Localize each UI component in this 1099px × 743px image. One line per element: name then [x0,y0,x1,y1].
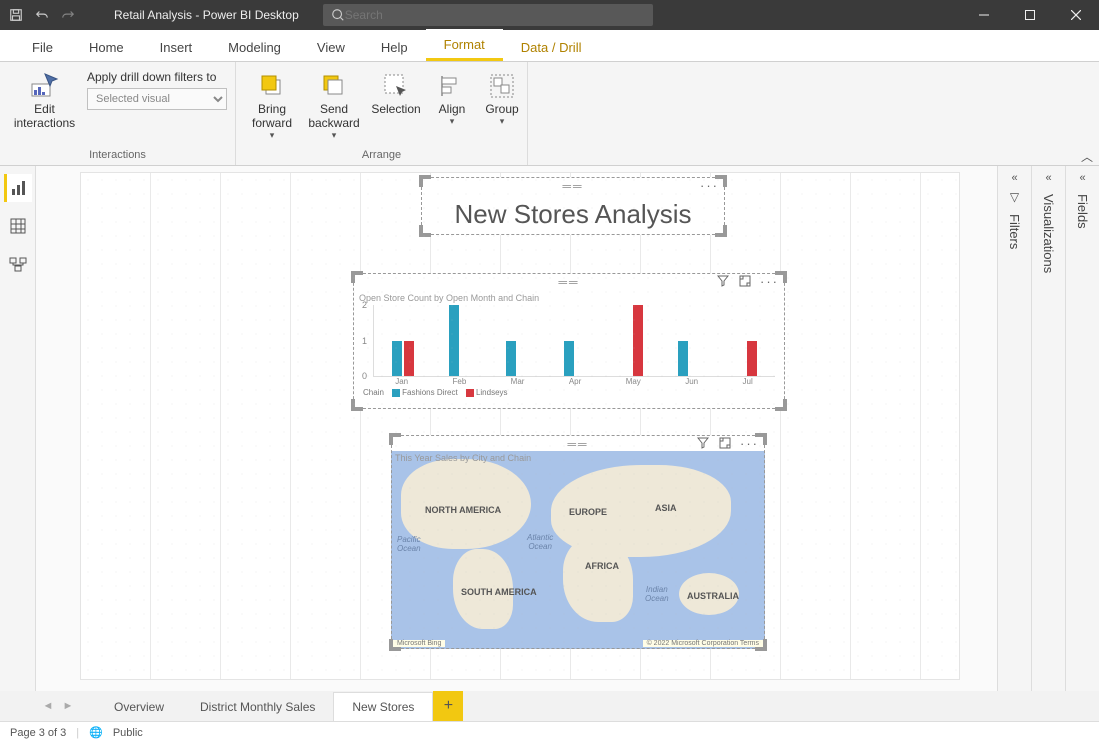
page-indicator: Page 3 of 3 [10,727,66,739]
edit-interactions-button[interactable]: Edit interactions [8,66,81,134]
maximize-button[interactable] [1007,0,1053,30]
redo-icon[interactable] [60,7,76,23]
tab-insert[interactable]: Insert [142,32,211,61]
status-public: Public [113,727,143,739]
tab-view[interactable]: View [299,32,363,61]
tab-file[interactable]: File [14,32,71,61]
group-button[interactable]: Group▾ [480,66,524,131]
page-tabs-bar: ◄ ► Overview District Monthly Sales New … [0,691,1099,721]
align-icon [436,70,468,102]
fields-pane-collapsed[interactable]: « Fields [1065,166,1099,691]
visualizations-pane-collapsed[interactable]: « Visualizations [1031,166,1065,691]
page-prev-button[interactable]: ◄ [40,698,56,714]
selection-button[interactable]: Selection [368,66,424,120]
chevron-left-icon[interactable]: « [1079,172,1085,184]
selection-icon [380,70,412,102]
map-title: This Year Sales by City and Chain [395,453,531,463]
apply-drill-select[interactable]: Selected visual [87,88,227,110]
search-box[interactable] [323,4,653,26]
tab-data-drill[interactable]: Data / Drill [503,32,600,61]
canvas-area[interactable]: ══ ··· New Stores Analysis ══ ··· Open S… [36,166,1099,691]
search-input[interactable] [345,8,645,22]
title-bar: Retail Analysis - Power BI Desktop [0,0,1099,30]
model-view-button[interactable] [4,250,32,278]
group-label-interactions: Interactions [8,149,227,163]
visual-title[interactable]: ══ ··· New Stores Analysis [421,177,725,235]
send-backward-button[interactable]: Send backward▾ [306,66,362,145]
data-view-button[interactable] [4,212,32,240]
bring-forward-icon [256,70,288,102]
bring-forward-button[interactable]: Bring forward▾ [244,66,300,145]
align-button[interactable]: Align▾ [430,66,474,131]
app-title: Retail Analysis - Power BI Desktop [114,8,299,22]
page-tab-overview[interactable]: Overview [96,692,182,721]
chevron-left-icon[interactable]: « [1011,172,1017,184]
page-next-button[interactable]: ► [60,698,76,714]
report-view-button[interactable] [4,174,32,202]
tab-help[interactable]: Help [363,32,426,61]
ribbon-tabs: File Home Insert Modeling View Help Form… [0,30,1099,62]
ribbon-collapse-icon[interactable]: ︿ [1081,148,1093,165]
chevron-left-icon[interactable]: « [1045,172,1051,184]
save-icon[interactable] [8,7,24,23]
filter-icon: ▽ [1010,190,1019,204]
group-icon [486,70,518,102]
add-page-button[interactable]: + [433,691,463,721]
tab-format[interactable]: Format [426,29,503,61]
group-label-arrange: Arrange [244,149,519,163]
status-bar: Page 3 of 3 | 🌐 Public [0,721,1099,743]
view-switcher [0,166,36,691]
undo-icon[interactable] [34,7,50,23]
send-backward-icon [318,70,350,102]
filters-pane-collapsed[interactable]: « ▽ Filters [997,166,1031,691]
edit-interactions-label: Edit interactions [14,102,75,130]
tab-modeling[interactable]: Modeling [210,32,299,61]
globe-icon: 🌐 [89,726,103,739]
visual-map[interactable]: ══ ··· This Year Sales by City and Chain… [391,435,765,649]
page-tab-district-monthly-sales[interactable]: District Monthly Sales [182,692,333,721]
apply-drill-label: Apply drill down filters to [87,70,227,84]
ribbon: Edit interactions Apply drill down filte… [0,62,1099,166]
tab-home[interactable]: Home [71,32,142,61]
search-icon [331,8,345,22]
minimize-button[interactable] [961,0,1007,30]
report-canvas[interactable]: ══ ··· New Stores Analysis ══ ··· Open S… [80,172,960,680]
close-button[interactable] [1053,0,1099,30]
page-tab-new-stores[interactable]: New Stores [333,692,433,721]
visual-bar-chart[interactable]: ══ ··· Open Store Count by Open Month an… [353,273,785,409]
edit-interactions-icon [29,70,61,102]
